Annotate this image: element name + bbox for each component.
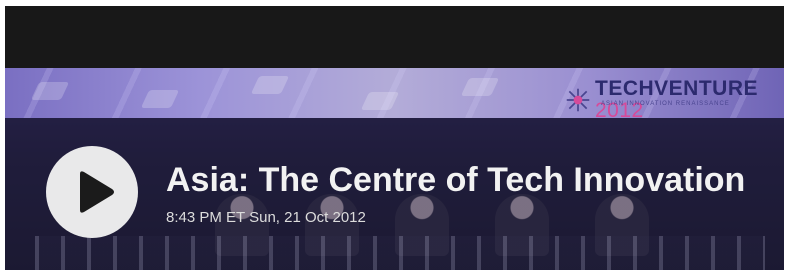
video-thumbnail[interactable]: TECHVENTURE 2012 ASIAN INNOVATION RENAIS…: [5, 6, 784, 270]
video-top-bar: [5, 6, 784, 68]
video-title[interactable]: Asia: The Centre of Tech Innovation: [166, 160, 745, 200]
play-button[interactable]: [46, 146, 138, 238]
play-icon: [80, 171, 114, 213]
logo-subtitle: ASIAN INNOVATION RENAISSANCE: [601, 101, 730, 107]
video-timestamp: 8:43 PM ET Sun, 21 Oct 2012: [166, 209, 366, 226]
logo-main-text: TECHVENTURE: [595, 77, 759, 100]
techventure-logo: TECHVENTURE 2012: [565, 78, 784, 122]
event-banner: TECHVENTURE 2012 ASIAN INNOVATION RENAIS…: [5, 68, 784, 122]
starburst-icon: [566, 88, 590, 112]
